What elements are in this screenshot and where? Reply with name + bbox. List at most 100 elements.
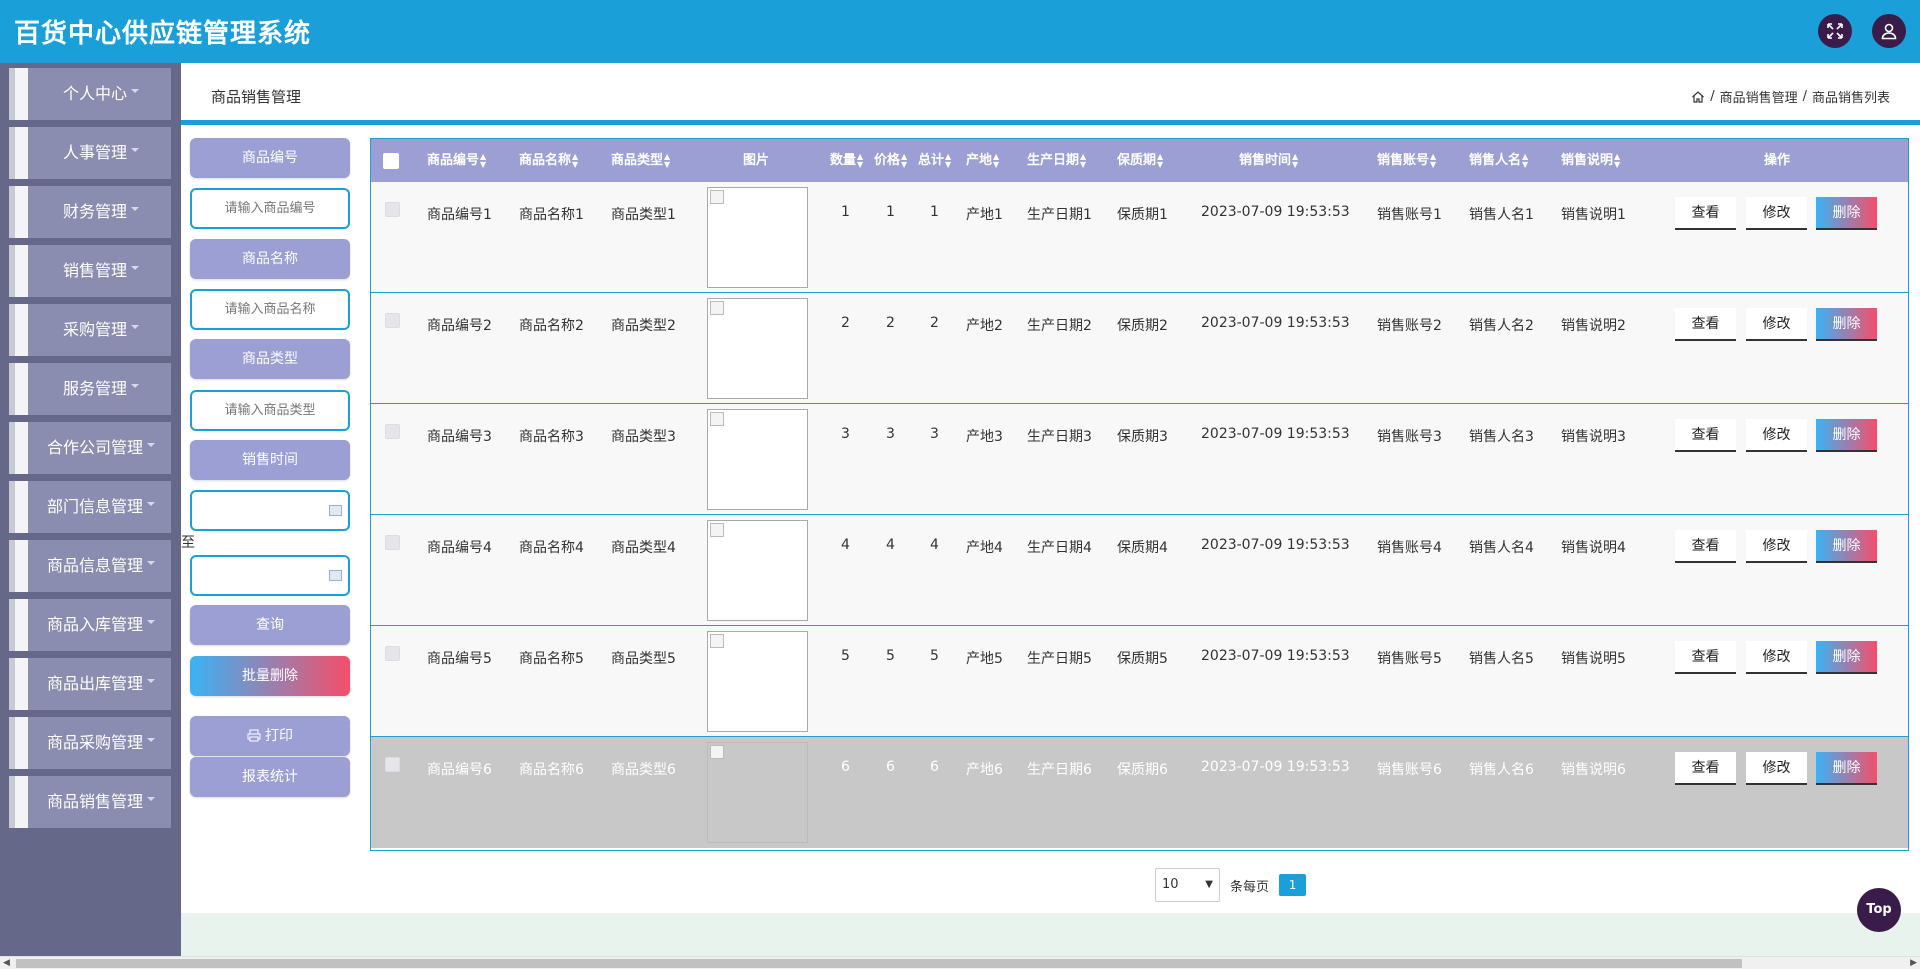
table-row[interactable]: 商品编号5 商品名称5 商品类型5 5 5 5 产地5 生产日期5 保质期5 2… [371, 626, 1908, 737]
sidebar-item-partner[interactable]: 合作公司管理 [9, 422, 171, 474]
edit-button[interactable]: 修改 [1746, 197, 1807, 230]
row-checkbox[interactable] [385, 424, 400, 439]
sidebar-item-department[interactable]: 部门信息管理 [9, 481, 171, 533]
sidebar-item-hr[interactable]: 人事管理 [9, 127, 171, 179]
column-header-name[interactable]: 商品名称▲ ▼ [519, 139, 578, 182]
view-button[interactable]: 查看 [1675, 197, 1736, 230]
row-checkbox[interactable] [385, 535, 400, 550]
column-header-sales-time[interactable]: 销售时间▲ ▼ [1239, 139, 1298, 182]
column-header-note[interactable]: 销售说明▲ ▼ [1561, 139, 1620, 182]
column-header-price[interactable]: 价格▲ ▼ [874, 139, 907, 182]
table-row[interactable]: 商品编号2 商品名称2 商品类型2 2 2 2 产地2 生产日期2 保质期2 2… [371, 293, 1908, 404]
table-row-hovered[interactable]: 商品编号6 商品名称6 商品类型6 6 6 6 产地6 生产日期6 保质期6 2… [371, 737, 1908, 848]
column-header-mfg-date[interactable]: 生产日期▲ ▼ [1027, 139, 1086, 182]
cell-code: 商品编号6 [427, 762, 492, 778]
view-button[interactable]: 查看 [1675, 752, 1736, 785]
sidebar-item-product-sales[interactable]: 商品销售管理 [9, 776, 171, 828]
row-checkbox[interactable] [385, 757, 400, 772]
sidebar-item-service[interactable]: 服务管理 [9, 363, 171, 415]
column-header-label: 商品编号 [427, 153, 480, 168]
scrollbar-thumb[interactable] [16, 959, 1742, 968]
delete-button[interactable]: 删除 [1816, 308, 1877, 341]
table-row[interactable]: 商品编号1 商品名称1 商品类型1 1 1 1 产地1 生产日期1 保质期1 2… [371, 182, 1908, 293]
delete-button[interactable]: 删除 [1816, 752, 1877, 785]
edit-button[interactable]: 修改 [1746, 419, 1807, 452]
sidebar-item-sales[interactable]: 销售管理 [9, 245, 171, 297]
page-number-button[interactable]: 1 [1279, 874, 1307, 896]
back-to-top-button[interactable]: Top [1857, 888, 1901, 932]
item-stripe [15, 776, 28, 828]
horizontal-scrollbar[interactable]: ◀ ▶ [0, 956, 1920, 969]
delete-button[interactable]: 删除 [1816, 530, 1877, 563]
view-button[interactable]: 查看 [1675, 641, 1736, 674]
query-button[interactable]: 查询 [190, 605, 350, 645]
edit-button[interactable]: 修改 [1746, 752, 1807, 785]
column-header-type[interactable]: 商品类型▲ ▼ [611, 139, 670, 182]
item-stripe [15, 186, 28, 238]
caret-down-icon [147, 737, 155, 742]
sidebar-item-personal-center[interactable]: 个人中心 [9, 68, 171, 120]
column-header-account[interactable]: 销售账号▲ ▼ [1377, 139, 1436, 182]
column-header-origin[interactable]: 产地▲ ▼ [966, 139, 999, 182]
view-button[interactable]: 查看 [1675, 419, 1736, 452]
scroll-right-icon[interactable]: ▶ [1910, 957, 1917, 969]
edit-button[interactable]: 修改 [1746, 530, 1807, 563]
sidebar-item-stock-in[interactable]: 商品入库管理 [9, 599, 171, 651]
sidebar-item-product-purchase[interactable]: 商品采购管理 [9, 717, 171, 769]
cell-mfg-date: 生产日期5 [1027, 651, 1092, 667]
item-stripe [15, 717, 28, 769]
batch-delete-button[interactable]: 批量删除 [190, 656, 350, 696]
row-checkbox[interactable] [385, 646, 400, 661]
edit-button[interactable]: 修改 [1746, 641, 1807, 674]
select-all-checkbox[interactable] [383, 153, 399, 169]
caret-down-icon [131, 147, 139, 152]
breadcrumb-item-sales-management[interactable]: 商品销售管理 [1720, 87, 1798, 106]
table-row[interactable]: 商品编号3 商品名称3 商品类型3 3 3 3 产地3 生产日期3 保质期3 2… [371, 404, 1908, 515]
product-code-input[interactable] [190, 188, 350, 229]
table-row[interactable]: 商品编号4 商品名称4 商品类型4 4 4 4 产地4 生产日期4 保质期4 2… [371, 515, 1908, 626]
product-image [707, 409, 808, 510]
sidebar-item-text: 服务管理 [62, 379, 127, 398]
item-stripe [15, 245, 28, 297]
column-header-label: 销售时间 [1239, 153, 1292, 168]
home-icon[interactable] [1691, 90, 1705, 104]
view-button[interactable]: 查看 [1675, 530, 1736, 563]
item-stripe [15, 363, 28, 415]
delete-button[interactable]: 删除 [1816, 641, 1877, 674]
column-header-shelf-life[interactable]: 保质期▲ ▼ [1117, 139, 1163, 182]
cell-name: 商品名称1 [519, 207, 584, 223]
print-button[interactable]: 打印 [190, 716, 350, 756]
fullscreen-button[interactable] [1818, 14, 1852, 48]
cell-code: 商品编号1 [427, 207, 492, 223]
view-button[interactable]: 查看 [1675, 308, 1736, 341]
product-type-input[interactable] [190, 390, 350, 431]
sidebar-item-finance[interactable]: 财务管理 [9, 186, 171, 238]
sidebar-item-purchase[interactable]: 采购管理 [9, 304, 171, 356]
row-checkbox[interactable] [385, 202, 400, 217]
sales-time-end-input[interactable] [190, 555, 350, 596]
user-button[interactable] [1872, 14, 1906, 48]
per-page-label: 条每页 [1230, 879, 1270, 895]
page-size-select[interactable]: 10 ▼ [1155, 868, 1220, 902]
sidebar-item-stock-out[interactable]: 商品出库管理 [9, 658, 171, 710]
sidebar-item-text: 个人中心 [62, 84, 127, 103]
column-header-seller[interactable]: 销售人名▲ ▼ [1469, 139, 1528, 182]
delete-button[interactable]: 删除 [1816, 419, 1877, 452]
caret-down-icon [131, 206, 139, 211]
cell-account: 销售账号3 [1377, 429, 1442, 445]
column-header-total[interactable]: 总计▲ ▼ [918, 139, 951, 182]
scroll-left-icon[interactable]: ◀ [3, 957, 10, 969]
sales-time-start-input[interactable] [190, 490, 350, 531]
product-name-input[interactable] [190, 289, 350, 330]
row-checkbox[interactable] [385, 313, 400, 328]
report-statistics-button[interactable]: 报表统计 [190, 757, 350, 797]
column-header-code[interactable]: 商品编号▲ ▼ [427, 139, 486, 182]
edit-button[interactable]: 修改 [1746, 308, 1807, 341]
sidebar-item-label: 采购管理 [31, 304, 171, 356]
cell-total: 5 [930, 648, 939, 664]
sidebar-item-product-info[interactable]: 商品信息管理 [9, 540, 171, 592]
delete-button[interactable]: 删除 [1816, 197, 1877, 230]
cell-qty: 3 [841, 426, 850, 442]
cell-shelf-life: 保质期1 [1117, 207, 1168, 223]
column-header-qty[interactable]: 数量▲ ▼ [830, 139, 863, 182]
